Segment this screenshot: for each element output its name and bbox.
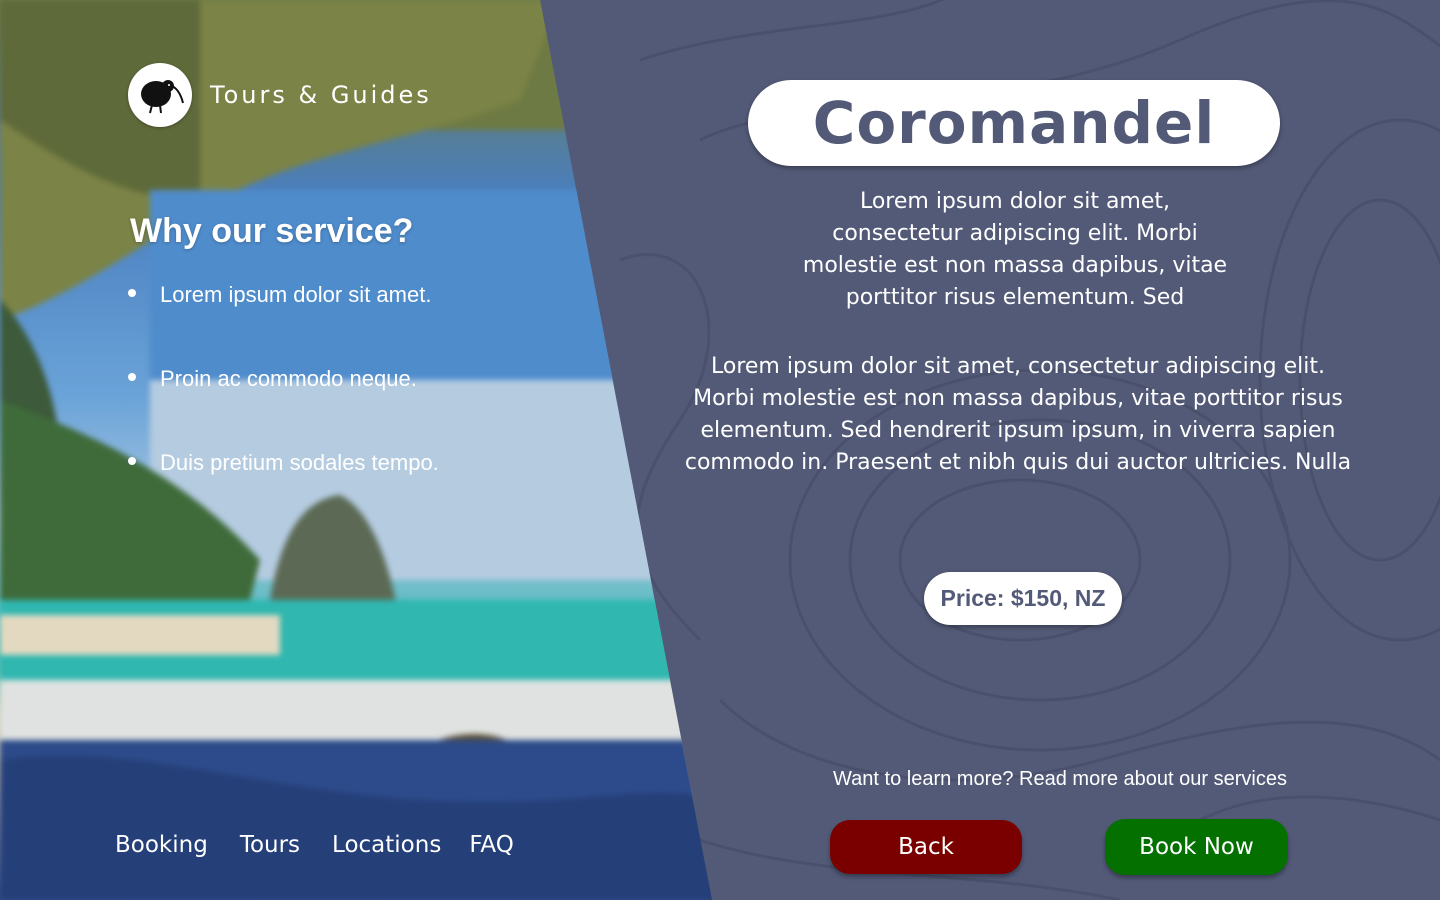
location-description: Lorem ipsum dolor sit amet, consectetur … xyxy=(684,354,1352,475)
nav-faq[interactable]: FAQ xyxy=(469,832,514,858)
nav-locations[interactable]: Locations xyxy=(332,832,441,858)
location-intro: Lorem ipsum dolor sit amet, consectetur … xyxy=(802,189,1228,310)
footer-nav: Booking Tours Locations FAQ xyxy=(115,832,546,858)
location-title-pill: Coromandel xyxy=(748,80,1280,166)
book-now-button[interactable]: Book Now xyxy=(1105,819,1288,875)
nav-tours[interactable]: Tours xyxy=(240,832,300,858)
why-item: Duis pretium sodales tempo. xyxy=(128,450,439,534)
learn-more-link[interactable]: Want to learn more? Read more about our … xyxy=(833,768,1287,790)
location-title: Coromandel xyxy=(812,89,1216,157)
brand[interactable]: Tours & Guides xyxy=(128,63,432,127)
price-badge: Price: $150, NZ xyxy=(924,572,1122,625)
kiwi-bird-icon xyxy=(128,63,192,127)
nav-booking[interactable]: Booking xyxy=(115,832,208,858)
why-list: Lorem ipsum dolor sit amet. Proin ac com… xyxy=(128,282,439,534)
back-button[interactable]: Back xyxy=(830,820,1022,874)
why-item: Proin ac commodo neque. xyxy=(128,366,439,450)
learn-more: Want to learn more? Read more about our … xyxy=(780,768,1340,791)
why-item: Lorem ipsum dolor sit amet. xyxy=(128,282,439,366)
why-title: Why our service? xyxy=(130,212,414,250)
brand-name: Tours & Guides xyxy=(210,81,432,109)
